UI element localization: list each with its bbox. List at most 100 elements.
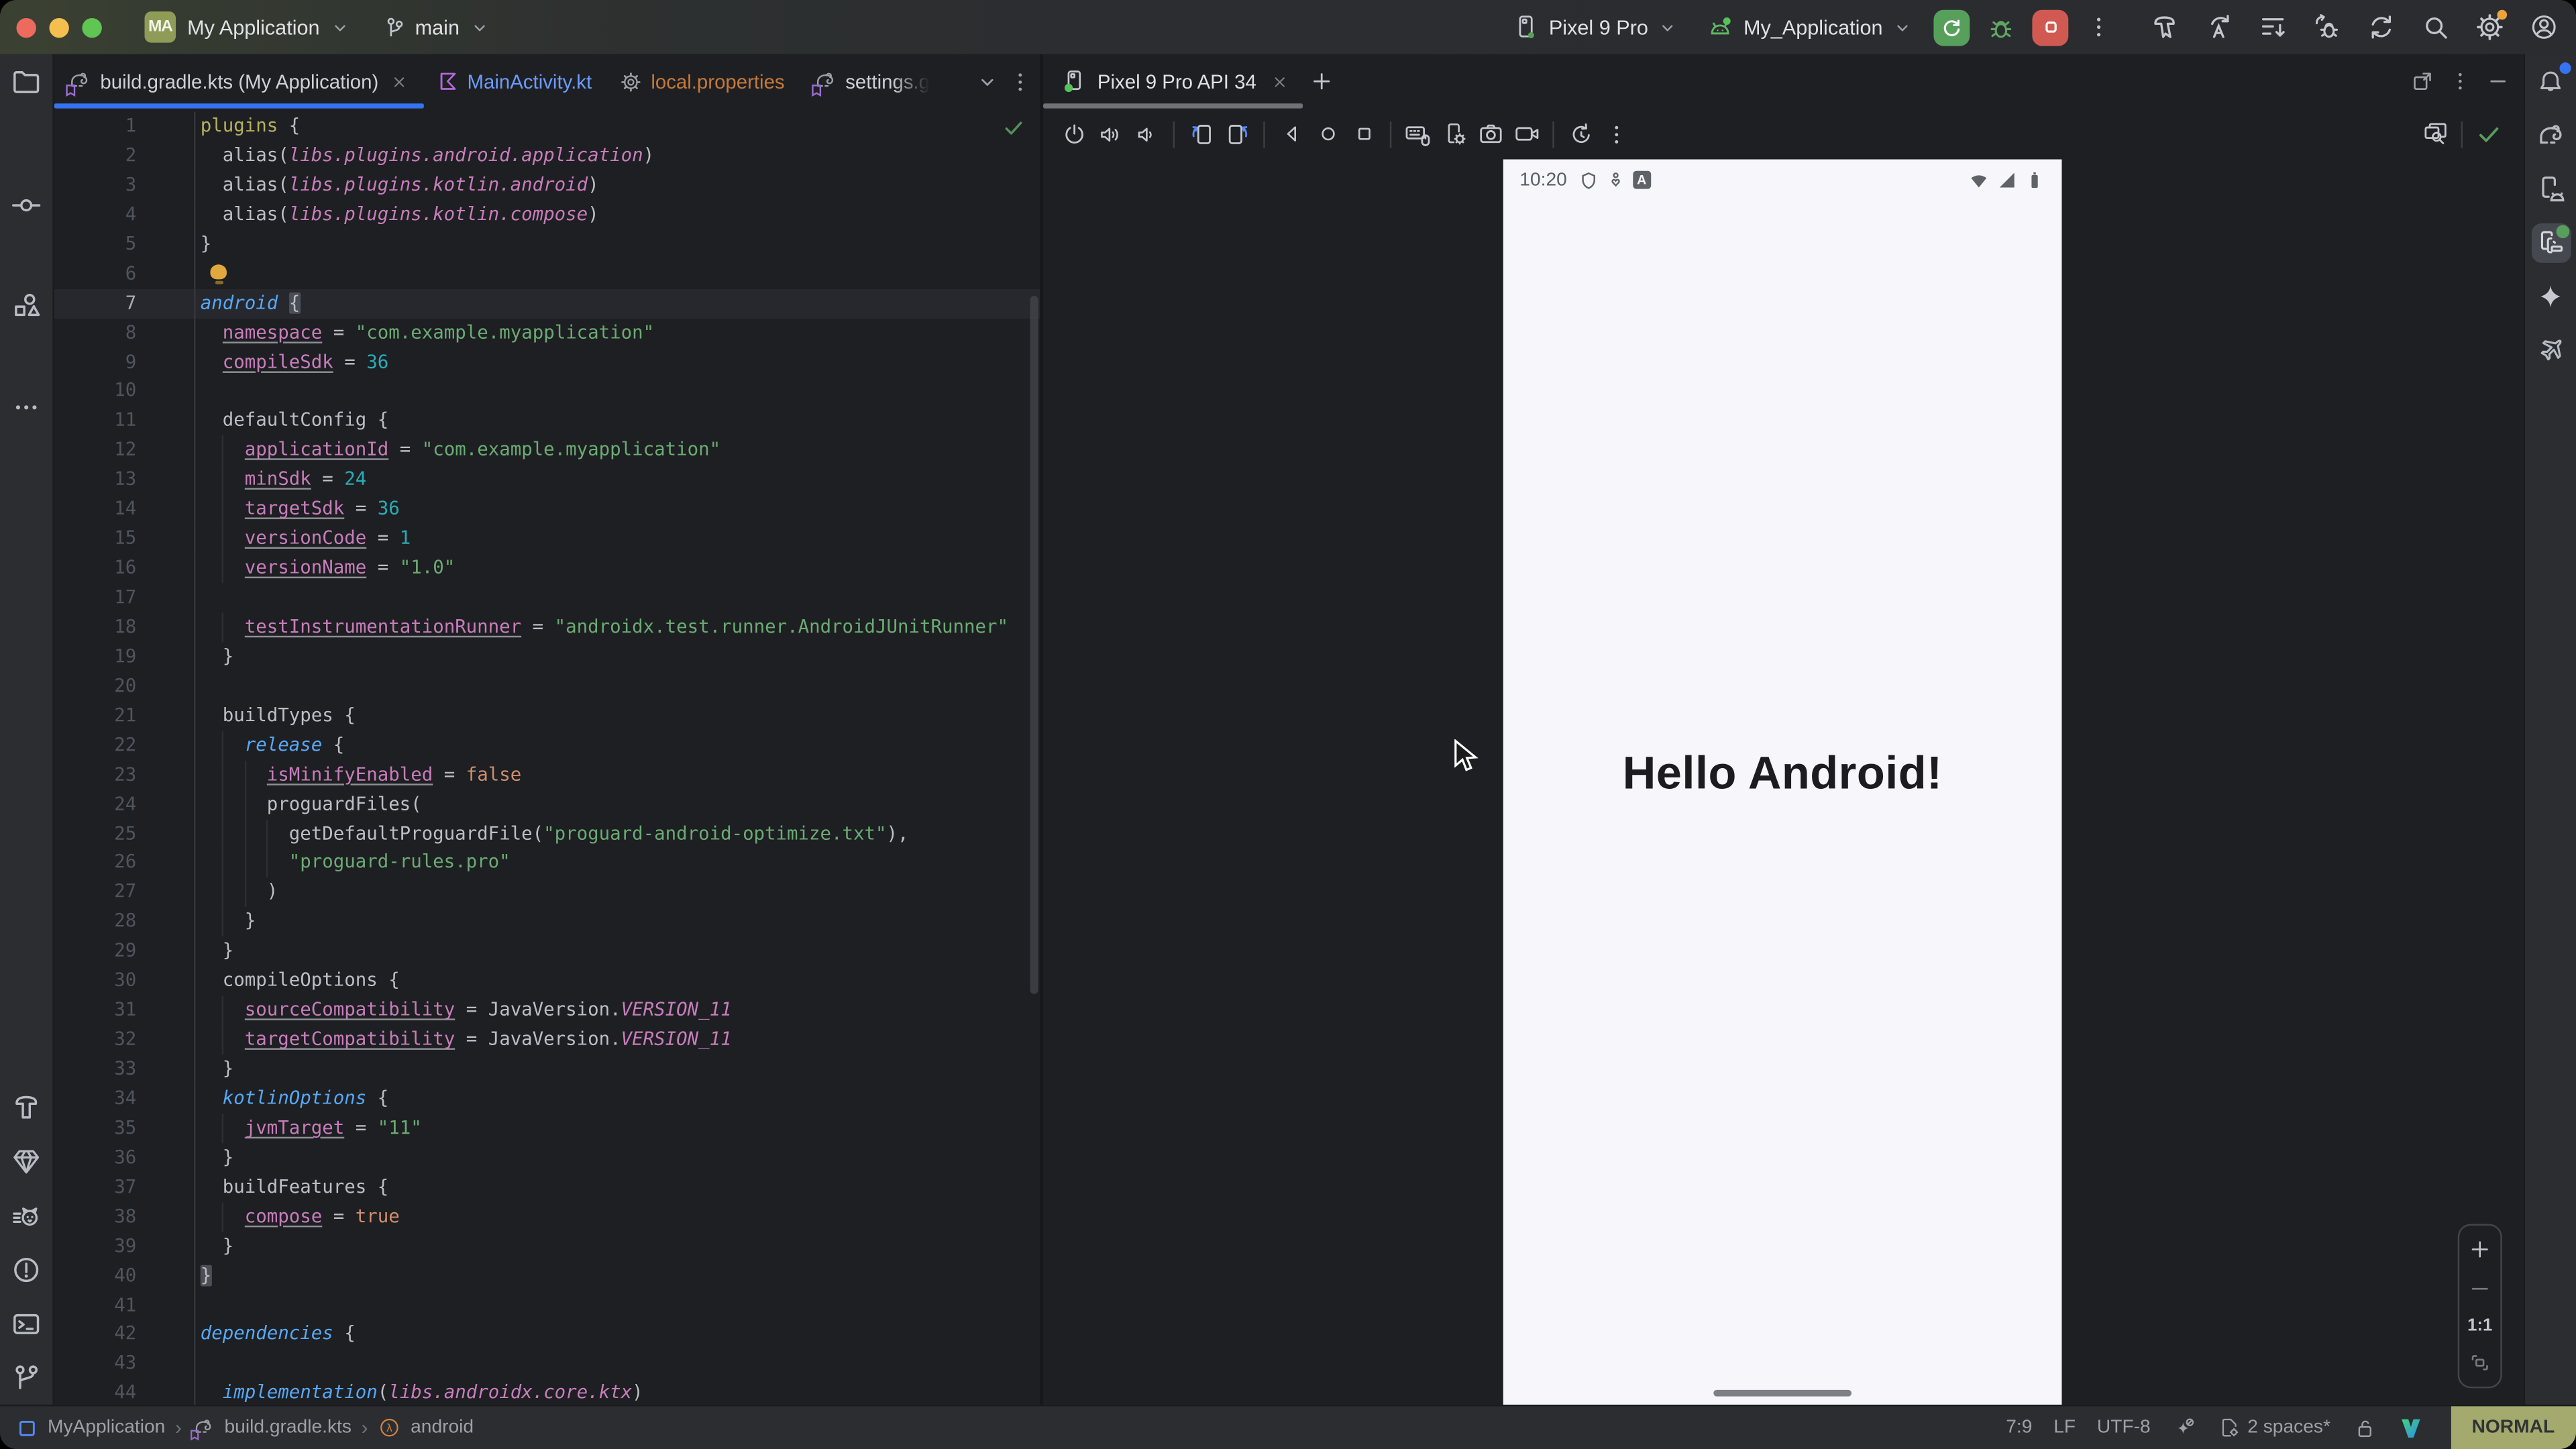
code-line[interactable]: 2 alias(libs.plugins.android.application… (54, 141, 1040, 170)
gesture-navigation-pill[interactable] (1713, 1389, 1851, 1397)
code-line[interactable]: 37 buildFeatures { (54, 1173, 1040, 1202)
emulator-screen-record-button[interactable] (1508, 116, 1544, 152)
code-line[interactable]: 29 } (54, 937, 1040, 967)
code-line[interactable]: 15 versionCode = 1 (54, 525, 1040, 554)
vim-mode-badge[interactable]: NORMAL (2451, 1405, 2576, 1449)
code-line[interactable]: 5} (54, 229, 1040, 259)
code-line[interactable]: 8 namespace = "com.example.myapplication… (54, 318, 1040, 347)
emulator-more-options-kebab-icon[interactable] (1599, 116, 1635, 152)
emulator-snapshots-button[interactable] (1562, 116, 1599, 152)
ideavim-icon[interactable] (2398, 1415, 2422, 1440)
close-window-button[interactable] (16, 17, 36, 37)
notifications-bell-icon[interactable] (2531, 62, 2571, 102)
code-line[interactable]: 25 getDefaultProguardFile("proguard-andr… (54, 819, 1040, 849)
code-line[interactable]: 21 buildTypes { (54, 701, 1040, 731)
debug-app-button[interactable] (1981, 7, 2021, 47)
more-tool-windows-button[interactable] (7, 388, 46, 427)
breadcrumb-block[interactable]: android (411, 1417, 474, 1437)
code-line[interactable]: 18 testInstrumentationRunner = "androidx… (54, 612, 1040, 642)
zoom-actual-size-button[interactable]: 1:1 (2467, 1316, 2492, 1336)
breadcrumb[interactable]: MyApplication › build.gradle.kts › λ and… (16, 1416, 474, 1439)
emulator-screenshot-button[interactable] (1472, 116, 1508, 152)
running-devices-button[interactable] (2531, 223, 2571, 262)
settings-gear-icon[interactable] (2469, 7, 2509, 47)
app-quality-insights-button[interactable] (7, 1142, 46, 1181)
tab-settings-gradle[interactable]: settings.g (800, 54, 933, 109)
commit-tool-window-button[interactable] (7, 186, 46, 225)
code-line[interactable]: 38 compose = true (54, 1202, 1040, 1232)
code-line[interactable]: 4 alias(libs.plugins.kotlin.compose) (54, 200, 1040, 229)
code-line[interactable]: 7android { (54, 288, 1040, 318)
fullscreen-window-button[interactable] (82, 17, 101, 37)
code-line[interactable]: 31 sourceCompatibility = JavaVersion.VER… (54, 996, 1040, 1025)
code-line[interactable]: 32 targetCompatibility = JavaVersion.VER… (54, 1025, 1040, 1055)
emulator-device-tab[interactable]: Pixel 9 Pro API 34 (1043, 54, 1302, 109)
code-line[interactable]: 1plugins { (54, 112, 1040, 142)
build-tool-window-button[interactable] (7, 1087, 46, 1127)
build-project-button[interactable] (2144, 7, 2184, 47)
tab-options-kebab-icon[interactable] (1007, 68, 1033, 95)
account-avatar-icon[interactable] (2524, 7, 2563, 47)
zoom-in-icon[interactable] (2467, 1237, 2492, 1262)
code-line[interactable]: 17 (54, 583, 1040, 612)
line-ending-widget[interactable]: LF (2053, 1417, 2076, 1437)
code-line[interactable]: 40} (54, 1261, 1040, 1291)
emulator-back-button[interactable] (1273, 116, 1309, 152)
close-tab-icon[interactable] (390, 72, 409, 91)
code-line[interactable]: 24 proguardFiles( (54, 790, 1040, 819)
search-everywhere-icon[interactable] (2415, 7, 2455, 47)
encoding-widget[interactable]: UTF-8 (2097, 1417, 2151, 1437)
indent-widget[interactable]: 2 spaces* (2218, 1416, 2330, 1439)
zoom-fit-icon[interactable] (2467, 1350, 2492, 1375)
code-line[interactable]: 30 compileOptions { (54, 966, 1040, 996)
emulator-rotate-right-button[interactable] (1219, 116, 1255, 152)
code-line[interactable]: 20 (54, 672, 1040, 701)
code-line[interactable]: 9 compileSdk = 36 (54, 347, 1040, 377)
device-manager-button[interactable] (2531, 169, 2571, 209)
code-line[interactable]: 13 minSdk = 24 (54, 466, 1040, 495)
version-control-tool-window-button[interactable] (7, 1358, 46, 1398)
rerun-app-button[interactable] (1933, 9, 1970, 45)
code-line[interactable]: 28 } (54, 908, 1040, 937)
code-line[interactable]: 16 versionName = "1.0" (54, 553, 1040, 583)
zoom-out-icon[interactable] (2467, 1277, 2492, 1301)
code-line[interactable]: 27 ) (54, 878, 1040, 908)
emulator-device-settings-button[interactable] (1436, 116, 1472, 152)
stop-app-button[interactable] (2032, 9, 2068, 45)
breadcrumb-file[interactable]: build.gradle.kts (225, 1417, 352, 1437)
vcs-branch-selector[interactable]: main (380, 14, 490, 40)
emulator-volume-down-button[interactable] (1128, 116, 1165, 152)
run-configuration-selector[interactable]: My_Application (1706, 12, 1914, 42)
project-tool-window-button[interactable] (7, 62, 46, 102)
minimize-window-button[interactable] (49, 17, 68, 37)
device-selector[interactable]: Pixel 9 Pro (1513, 13, 1679, 42)
breadcrumb-module[interactable]: MyApplication (48, 1417, 165, 1437)
code-line[interactable]: 14 targetSdk = 36 (54, 495, 1040, 525)
code-line[interactable]: 3 alias(libs.plugins.kotlin.android) (54, 170, 1040, 200)
hidden-tabs-chevron-icon[interactable] (974, 68, 1000, 95)
code-line[interactable]: 35 jvmTarget = "11" (54, 1114, 1040, 1143)
code-line[interactable]: 12 applicationId = "com.example.myapplic… (54, 436, 1040, 466)
code-line[interactable]: 44 implementation(libs.androidx.core.ktx… (54, 1379, 1040, 1404)
code-line[interactable]: 23 isMinifyEnabled = false (54, 760, 1040, 790)
airplane-icon[interactable] (2531, 329, 2571, 369)
code-line[interactable]: 11 defaultConfig { (54, 407, 1040, 436)
resource-manager-button[interactable] (7, 286, 46, 325)
problems-tool-window-button[interactable] (7, 1250, 46, 1290)
editor-scrollbar[interactable] (1030, 296, 1038, 994)
code-line[interactable]: 10 (54, 377, 1040, 407)
screenshot-inspect-icon[interactable] (2416, 116, 2453, 152)
close-emulator-tab-icon[interactable] (1269, 72, 1289, 91)
emulator-overview-button[interactable] (1346, 116, 1382, 152)
code-line[interactable]: 34 kotlinOptions { (54, 1084, 1040, 1114)
emulator-input-controls-button[interactable] (1400, 116, 1436, 152)
unlock-icon[interactable] (2352, 1415, 2377, 1440)
intention-bulb-icon[interactable] (210, 264, 226, 279)
panel-options-kebab-icon[interactable] (2448, 69, 2473, 94)
terminal-tool-window-button[interactable] (7, 1304, 46, 1344)
code-line[interactable]: 6 (54, 259, 1040, 288)
emulator-power-button[interactable] (1057, 116, 1093, 152)
tab-mainactivity[interactable]: MainActivity.kt (425, 54, 606, 109)
code-line[interactable]: 39 } (54, 1232, 1040, 1261)
caret-position-widget[interactable]: 7:9 (2006, 1417, 2032, 1437)
